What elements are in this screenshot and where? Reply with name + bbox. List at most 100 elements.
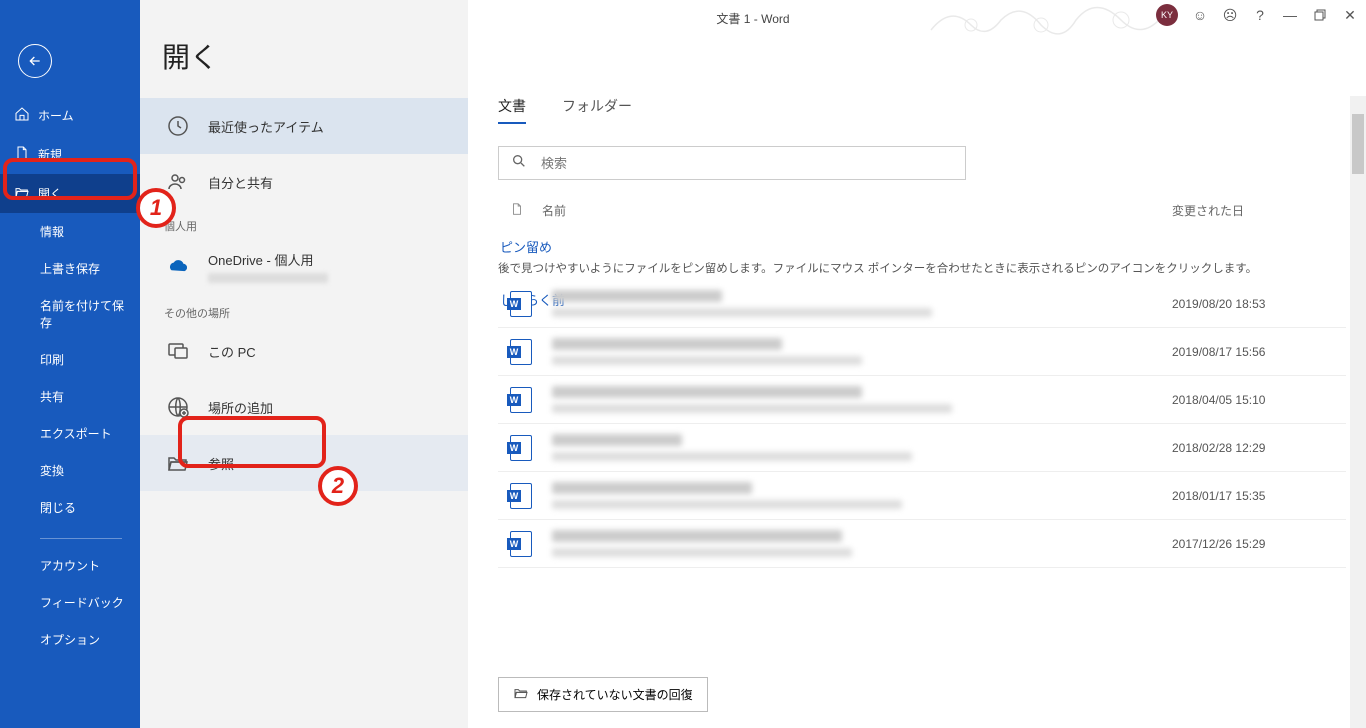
scrollbar[interactable] [1350, 96, 1366, 728]
nav-label: 閉じる [40, 499, 76, 516]
face-sad-icon[interactable]: ☹ [1222, 7, 1238, 23]
location-recent[interactable]: 最近使ったアイテム [140, 98, 468, 154]
word-doc-icon [510, 387, 532, 413]
back-button[interactable] [18, 44, 52, 78]
nav-ホーム[interactable]: ホーム [0, 96, 140, 135]
onedrive-icon [164, 253, 192, 281]
nav-変換[interactable]: 変換 [0, 452, 140, 489]
search-icon [511, 153, 527, 174]
blurred-filepath [552, 452, 912, 461]
location-label: 参照 [208, 454, 234, 473]
nav-label: 印刷 [40, 351, 64, 368]
col-date[interactable]: 変更された日 [1172, 202, 1342, 219]
nav-label: 情報 [40, 223, 64, 240]
file-row[interactable]: 2018/02/28 12:29 [498, 424, 1346, 472]
location-label: この PC [208, 342, 256, 361]
word-doc-icon [510, 483, 532, 509]
file-row[interactable]: 2017/12/26 15:29 [498, 520, 1346, 568]
nav-label: 開く [38, 185, 62, 202]
location-onedrive[interactable]: OneDrive - 個人用 [140, 236, 468, 297]
file-row[interactable]: 2019/08/20 18:53 [498, 280, 1346, 328]
nav-印刷[interactable]: 印刷 [0, 341, 140, 378]
file-text [552, 290, 1172, 317]
home-icon [14, 106, 30, 125]
file-text [552, 434, 1172, 461]
face-happy-icon[interactable]: ☺ [1192, 7, 1208, 23]
nav-開く[interactable]: 開く [0, 174, 140, 213]
nav-label: 共有 [40, 388, 64, 405]
tab-documents[interactable]: 文書 [498, 96, 526, 124]
nav-閉じる[interactable]: 閉じる [0, 489, 140, 526]
file-date: 2018/02/28 12:29 [1172, 441, 1342, 455]
nav-上書き保存[interactable]: 上書き保存 [0, 250, 140, 287]
list-header: 名前 変更された日 [498, 194, 1342, 231]
location-this-pc[interactable]: この PC [140, 323, 468, 379]
file-date: 2019/08/17 15:56 [1172, 345, 1342, 359]
file-date: 2018/01/17 15:35 [1172, 489, 1342, 503]
location-label: OneDrive - 個人用 [208, 250, 328, 269]
location-label: 自分と共有 [208, 173, 273, 192]
nav-エクスポート[interactable]: エクスポート [0, 415, 140, 452]
location-shared[interactable]: 自分と共有 [140, 154, 468, 210]
nav-label: 上書き保存 [40, 260, 100, 277]
blurred-filepath [552, 308, 932, 317]
avatar[interactable]: KY [1156, 4, 1178, 26]
page-title: 開く [162, 36, 468, 76]
search-box[interactable] [498, 146, 966, 180]
scrollbar-thumb[interactable] [1352, 114, 1364, 174]
blurred-filepath [552, 356, 862, 365]
blurred-filename [552, 290, 722, 302]
add-place-icon [164, 393, 192, 421]
nav-情報[interactable]: 情報 [0, 213, 140, 250]
word-doc-icon [510, 531, 532, 557]
file-text [552, 338, 1172, 365]
blurred-filepath [552, 548, 852, 557]
nav-名前を付けて保存[interactable]: 名前を付けて保存 [0, 287, 140, 341]
folder-open-icon [513, 685, 529, 704]
people-icon [164, 168, 192, 196]
file-text [552, 482, 1172, 509]
blurred-filename [552, 530, 842, 542]
file-row[interactable]: 2019/08/17 15:56 [498, 328, 1346, 376]
file-date: 2019/08/20 18:53 [1172, 297, 1342, 311]
maximize-icon[interactable] [1312, 7, 1328, 23]
nav-フィードバック[interactable]: フィードバック [0, 584, 140, 621]
recover-unsaved-button[interactable]: 保存されていない文書の回復 [498, 677, 708, 712]
file-row[interactable]: 2018/04/05 15:10 [498, 376, 1346, 424]
title-bar-right: KY ☺ ☹ ? ― ✕ [1156, 4, 1358, 26]
search-input[interactable] [541, 156, 953, 171]
word-doc-icon [510, 435, 532, 461]
nav-新規[interactable]: 新規 [0, 135, 140, 174]
col-name[interactable]: 名前 [542, 202, 1154, 219]
location-browse[interactable]: 参照 [140, 435, 468, 491]
section-other: その他の場所 [140, 297, 468, 323]
nav-アカウント[interactable]: アカウント [0, 547, 140, 584]
minimize-icon[interactable]: ― [1282, 7, 1298, 23]
blurred-filepath [552, 404, 952, 413]
blurred-filename [552, 386, 862, 398]
nav-共有[interactable]: 共有 [0, 378, 140, 415]
window-title: 文書 1 - Word [716, 10, 789, 27]
blurred-text [208, 273, 328, 283]
location-add-place[interactable]: 場所の追加 [140, 379, 468, 435]
nav-label: 名前を付けて保存 [40, 297, 126, 331]
file-text [552, 530, 1172, 557]
file-date: 2018/04/05 15:10 [1172, 393, 1342, 407]
tab-folders[interactable]: フォルダー [562, 96, 632, 124]
nav-オプション[interactable]: オプション [0, 621, 140, 658]
separator [40, 538, 122, 539]
nav-label: ホーム [38, 107, 74, 124]
blurred-filename [552, 338, 782, 350]
open-tabs: 文書 フォルダー [498, 96, 1342, 124]
location-label: 場所の追加 [208, 398, 273, 417]
close-icon[interactable]: ✕ [1342, 7, 1358, 23]
nav-label: 変換 [40, 462, 64, 479]
blurred-filename [552, 482, 752, 494]
pinned-help: 後で見つけやすいようにファイルをピン留めします。ファイルにマウス ポインターを合… [498, 260, 1342, 276]
file-icon [510, 200, 524, 221]
help-icon[interactable]: ? [1252, 7, 1268, 23]
folder-open-icon [14, 184, 30, 203]
file-row[interactable]: 2018/01/17 15:35 [498, 472, 1346, 520]
blurred-filepath [552, 500, 902, 509]
open-locations-panel: 開く 最近使ったアイテム 自分と共有 個人用 OneDrive - 個人用 その… [140, 0, 468, 728]
